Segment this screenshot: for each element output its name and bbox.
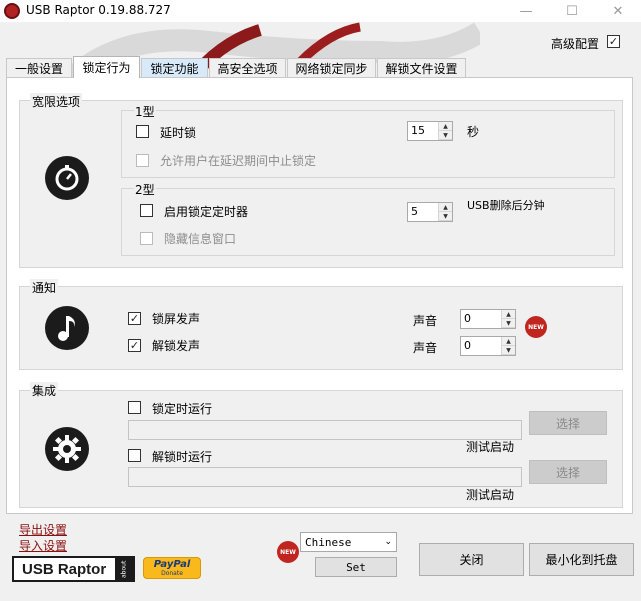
minimize-to-tray-button[interactable]: 最小化到托盘 [529,543,634,576]
lock-sound-checkbox[interactable]: ✓ [128,312,141,325]
run-on-unlock-checkbox[interactable] [128,449,141,462]
set-language-button[interactable]: Set [315,557,397,577]
test-launch-unlock[interactable]: 测试启动 [466,486,514,503]
select-unlock-program-button[interactable]: 选择 [529,460,607,484]
export-settings-link[interactable]: 导出设置 [19,521,67,538]
spin-up-icon[interactable]: ▲ [502,337,515,346]
spin-down-icon[interactable]: ▼ [502,346,515,355]
delay-unit-label: 秒 [467,125,480,139]
integration-title: 集成 [30,382,59,399]
new-badge: NEW [525,316,547,338]
language-value: Chinese [305,535,352,549]
tab-general[interactable]: 一般设置 [6,58,72,78]
tab-lock-behavior[interactable]: 锁定行为 [73,56,140,78]
maximize-button[interactable]: ☐ [549,0,595,22]
unlock-sound-label: 解锁发声 [152,339,201,353]
advanced-config-label: 高级配置 [551,37,600,51]
spin-up-icon[interactable]: ▲ [439,122,452,131]
gear-icon [45,427,89,471]
paypal-donate-button[interactable]: PayPal Donate [143,557,201,579]
select-lock-program-button[interactable]: 选择 [529,411,607,435]
spin-down-icon[interactable]: ▼ [439,212,452,221]
delay-seconds-stepper[interactable]: 15 ▲ ▼ [407,121,453,141]
delay-lock-label: 延时锁 [160,126,197,140]
logo-text: USB Raptor [22,560,107,578]
type2-title: 2型 [134,181,156,198]
run-on-lock-label: 锁定时运行 [152,402,213,416]
lock-timer-unit-label: USB删除后分钟 [467,199,545,212]
test-launch-lock[interactable]: 测试启动 [466,438,514,455]
grace-options-title: 宽限选项 [30,93,83,110]
spin-up-icon[interactable]: ▲ [439,203,452,212]
import-settings-link[interactable]: 导入设置 [19,537,67,554]
run-on-unlock-path[interactable] [128,467,522,487]
delay-lock-checkbox[interactable] [136,125,149,138]
tab-high-security[interactable]: 高安全选项 [209,58,286,78]
window-title: USB Raptor 0.19.88.727 [26,3,171,17]
lock-timer-checkbox[interactable] [140,204,153,217]
lock-timer-value: 5 [411,205,418,218]
run-on-lock-checkbox[interactable] [128,401,141,414]
unlock-sound-volume-label: 声音 [413,341,438,355]
allow-abort-label: 允许用户在延迟期间中止锁定 [160,154,317,168]
run-on-unlock-label: 解锁时运行 [152,450,213,464]
usb-raptor-logo[interactable]: USB Raptor about [12,556,135,582]
spin-down-icon[interactable]: ▼ [439,131,452,140]
allow-abort-checkbox[interactable] [136,154,149,167]
advanced-config-checkbox[interactable]: ✓ [607,35,620,48]
music-note-icon [45,306,89,350]
lock-sound-value: 0 [464,312,471,325]
hide-info-label: 隐藏信息窗口 [164,232,237,246]
lock-sound-volume-label: 声音 [413,314,438,328]
unlock-sound-checkbox[interactable]: ✓ [128,339,141,352]
delay-seconds-value: 15 [411,124,425,137]
spin-up-icon[interactable]: ▲ [502,310,515,319]
tab-lock-features[interactable]: 锁定功能 [141,58,208,78]
integration-group [19,390,623,508]
new-badge-language: NEW [277,541,299,563]
close-window-button[interactable]: ✕ [595,0,641,22]
stopwatch-icon [45,156,89,200]
run-on-lock-path[interactable] [128,420,522,440]
type1-title: 1型 [134,103,156,120]
lock-sound-label: 锁屏发声 [152,312,201,326]
hide-info-checkbox[interactable] [140,232,153,245]
close-button[interactable]: 关闭 [419,543,524,576]
lock-timer-stepper[interactable]: 5 ▲ ▼ [407,202,453,222]
unlock-sound-value: 0 [464,339,471,352]
lock-timer-label: 启用锁定定时器 [164,205,249,219]
notification-title: 通知 [30,279,59,296]
unlock-sound-stepper[interactable]: 0 ▲ ▼ [460,336,516,356]
tab-network-sync[interactable]: 网络锁定同步 [287,58,376,78]
spin-down-icon[interactable]: ▼ [502,319,515,328]
language-select[interactable]: Chinese ⌄ [300,532,397,552]
minimize-button[interactable]: — [503,0,549,22]
chevron-down-icon: ⌄ [384,537,392,547]
tab-unlock-file[interactable]: 解锁文件设置 [377,58,466,78]
app-icon [4,3,20,19]
about-label: about [115,558,133,580]
lock-sound-stepper[interactable]: 0 ▲ ▼ [460,309,516,329]
